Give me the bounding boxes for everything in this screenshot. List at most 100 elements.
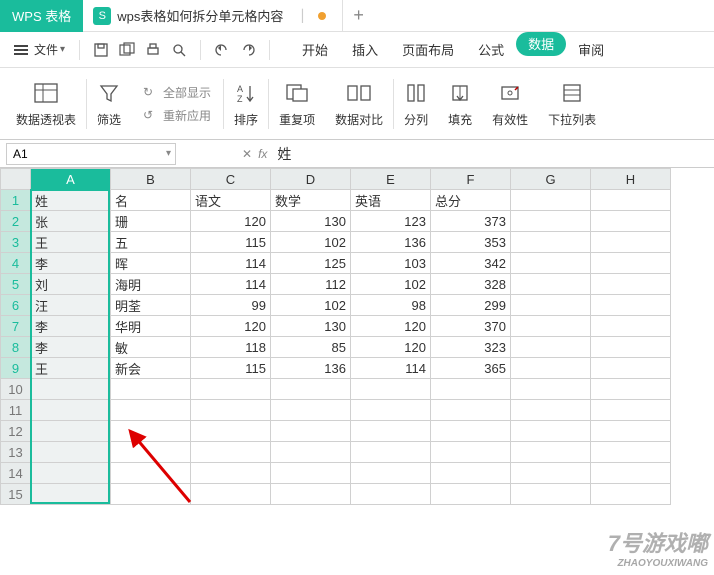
cell-A7[interactable]: 李 (31, 316, 111, 337)
cell-A9[interactable]: 王 (31, 358, 111, 379)
row-header-2[interactable]: 2 (1, 211, 31, 232)
reapply-button[interactable]: ↺重新应用 (139, 104, 215, 127)
row-header-6[interactable]: 6 (1, 295, 31, 316)
fx-icon[interactable]: fx (258, 147, 267, 161)
cell-G14[interactable] (511, 463, 591, 484)
cell-F15[interactable] (431, 484, 511, 505)
cell-D5[interactable]: 112 (271, 274, 351, 295)
column-header-C[interactable]: C (191, 169, 271, 190)
row-header-10[interactable]: 10 (1, 379, 31, 400)
cell-B5[interactable]: 海明 (111, 274, 191, 295)
cell-A1[interactable]: 姓 (31, 190, 111, 211)
cell-F8[interactable]: 323 (431, 337, 511, 358)
column-header-A[interactable]: A (31, 169, 111, 190)
cell-E12[interactable] (351, 421, 431, 442)
cell-G4[interactable] (511, 253, 591, 274)
cell-E11[interactable] (351, 400, 431, 421)
row-header-1[interactable]: 1 (1, 190, 31, 211)
cell-C10[interactable] (191, 379, 271, 400)
cell-B2[interactable]: 珊 (111, 211, 191, 232)
cell-G11[interactable] (511, 400, 591, 421)
cell-F11[interactable] (431, 400, 511, 421)
cell-F3[interactable]: 353 (431, 232, 511, 253)
cell-F13[interactable] (431, 442, 511, 463)
cell-C1[interactable]: 语文 (191, 190, 271, 211)
row-header-7[interactable]: 7 (1, 316, 31, 337)
cell-H9[interactable] (591, 358, 671, 379)
cell-D12[interactable] (271, 421, 351, 442)
save-icon[interactable] (88, 37, 114, 63)
cell-A3[interactable]: 王 (31, 232, 111, 253)
cell-G15[interactable] (511, 484, 591, 505)
cell-A12[interactable] (31, 421, 111, 442)
sort-button[interactable]: AZ 排序 (224, 68, 268, 139)
cell-C9[interactable]: 115 (191, 358, 271, 379)
cell-D7[interactable]: 130 (271, 316, 351, 337)
fill-button[interactable]: 填充 (438, 68, 482, 139)
cell-B11[interactable] (111, 400, 191, 421)
dropdown-list-button[interactable]: 下拉列表 (538, 68, 606, 139)
cell-E13[interactable] (351, 442, 431, 463)
column-header-D[interactable]: D (271, 169, 351, 190)
cell-C5[interactable]: 114 (191, 274, 271, 295)
chevron-down-icon[interactable]: ▾ (166, 148, 171, 159)
filter-button[interactable]: 筛选 (87, 68, 131, 139)
tab-insert[interactable]: 插入 (340, 32, 390, 68)
cell-G2[interactable] (511, 211, 591, 232)
cell-D13[interactable] (271, 442, 351, 463)
cell-H12[interactable] (591, 421, 671, 442)
cell-A6[interactable]: 汪 (31, 295, 111, 316)
undo-icon[interactable] (209, 37, 235, 63)
cell-H10[interactable] (591, 379, 671, 400)
cell-C7[interactable]: 120 (191, 316, 271, 337)
cell-A2[interactable]: 张 (31, 211, 111, 232)
tab-page-layout[interactable]: 页面布局 (390, 32, 466, 68)
cell-D10[interactable] (271, 379, 351, 400)
cell-H7[interactable] (591, 316, 671, 337)
validation-button[interactable]: 有效性 (482, 68, 538, 139)
tab-review[interactable]: 审阅 (566, 32, 616, 68)
cell-H3[interactable] (591, 232, 671, 253)
cell-H13[interactable] (591, 442, 671, 463)
cell-H4[interactable] (591, 253, 671, 274)
cell-E7[interactable]: 120 (351, 316, 431, 337)
cell-C6[interactable]: 99 (191, 295, 271, 316)
cell-B10[interactable] (111, 379, 191, 400)
cell-G12[interactable] (511, 421, 591, 442)
column-header-E[interactable]: E (351, 169, 431, 190)
cancel-icon[interactable]: ✕ (242, 147, 252, 161)
print-preview-icon[interactable] (166, 37, 192, 63)
cell-E3[interactable]: 136 (351, 232, 431, 253)
cell-E8[interactable]: 120 (351, 337, 431, 358)
row-header-3[interactable]: 3 (1, 232, 31, 253)
formula-value[interactable]: 姓 (277, 144, 291, 164)
cell-F9[interactable]: 365 (431, 358, 511, 379)
name-box-input[interactable] (13, 147, 169, 161)
cell-D1[interactable]: 数学 (271, 190, 351, 211)
save-as-icon[interactable] (114, 37, 140, 63)
cell-G1[interactable] (511, 190, 591, 211)
redo-icon[interactable] (235, 37, 261, 63)
cell-B1[interactable]: 名 (111, 190, 191, 211)
cell-H5[interactable] (591, 274, 671, 295)
cell-F10[interactable] (431, 379, 511, 400)
cell-A10[interactable] (31, 379, 111, 400)
cell-C8[interactable]: 118 (191, 337, 271, 358)
row-header-14[interactable]: 14 (1, 463, 31, 484)
cell-B8[interactable]: 敏 (111, 337, 191, 358)
column-header-H[interactable]: H (591, 169, 671, 190)
cell-G13[interactable] (511, 442, 591, 463)
cell-G7[interactable] (511, 316, 591, 337)
cell-A13[interactable] (31, 442, 111, 463)
cell-D11[interactable] (271, 400, 351, 421)
cell-G9[interactable] (511, 358, 591, 379)
row-header-11[interactable]: 11 (1, 400, 31, 421)
cell-E14[interactable] (351, 463, 431, 484)
cell-D2[interactable]: 130 (271, 211, 351, 232)
row-header-15[interactable]: 15 (1, 484, 31, 505)
cell-F4[interactable]: 342 (431, 253, 511, 274)
cell-B9[interactable]: 新会 (111, 358, 191, 379)
cell-F5[interactable]: 328 (431, 274, 511, 295)
cell-H14[interactable] (591, 463, 671, 484)
file-menu[interactable]: 文件 ▾ (8, 41, 71, 58)
